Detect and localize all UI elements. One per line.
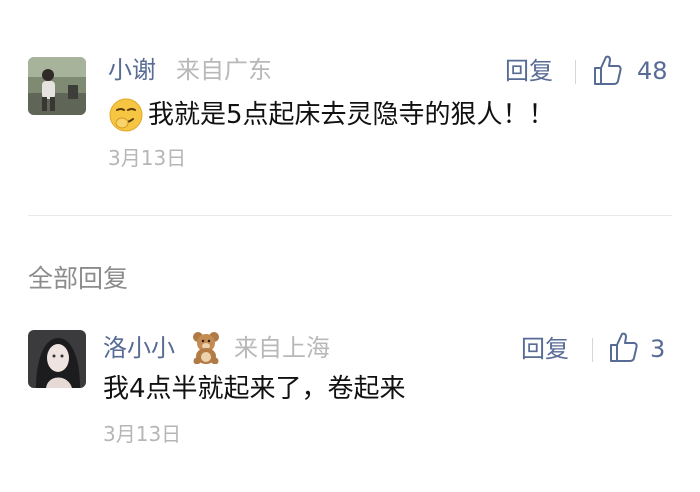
comment-date: 3月13日: [108, 146, 187, 170]
reply-button[interactable]: 回复: [505, 56, 553, 86]
avatar[interactable]: [28, 330, 86, 388]
reply-location: 来自上海: [234, 334, 330, 362]
smirk-emoji-icon: [109, 98, 143, 132]
separator: [575, 60, 576, 84]
divider: [28, 215, 672, 216]
like-count: 48: [637, 57, 668, 85]
separator: [592, 338, 593, 362]
comment-text: 我就是5点起床去灵隐寺的狠人！！: [148, 100, 555, 130]
avatar[interactable]: [28, 57, 86, 115]
teddy-bear-icon: [193, 332, 219, 364]
comment-location: 来自广东: [176, 56, 272, 84]
comment-author[interactable]: 小谢: [108, 55, 156, 85]
reply-date: 3月13日: [103, 422, 182, 446]
thumbs-up-icon[interactable]: [592, 54, 622, 86]
section-title: 全部回复: [28, 264, 129, 293]
reply-text: 我4点半就起来了，卷起来: [103, 374, 406, 404]
reply-author[interactable]: 洛小小: [103, 333, 175, 363]
like-count: 3: [650, 335, 666, 363]
reply-button[interactable]: 回复: [521, 334, 569, 364]
thumbs-up-icon[interactable]: [608, 331, 638, 363]
